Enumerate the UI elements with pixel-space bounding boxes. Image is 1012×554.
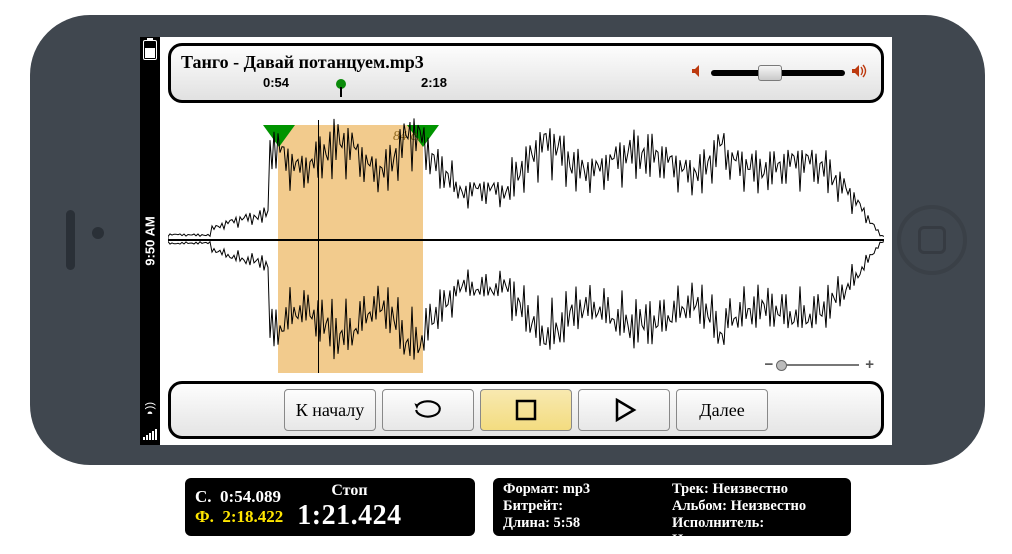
waveform-svg	[168, 105, 884, 373]
play-icon	[607, 395, 641, 425]
zoom-knob[interactable]	[776, 360, 787, 371]
track-value: Неизвестно	[712, 481, 788, 497]
stop-icon	[509, 395, 543, 425]
state-label: Стоп	[297, 482, 401, 500]
waveform-area[interactable]: 84 с.	[168, 105, 884, 373]
artist-value: Неизвестно	[672, 532, 748, 548]
volume-knob[interactable]	[758, 65, 782, 81]
phone-frame: 9:50 AM ◗)) Танго - Давай потанцуем.mp3 …	[30, 15, 985, 465]
play-button[interactable]	[578, 389, 670, 431]
home-button[interactable]	[897, 205, 967, 275]
vibrate-icon: ◗))	[144, 402, 156, 416]
info-bars: С. 0:54.089 Ф. 2:18.422 Стоп 1:21.424 Фо…	[185, 478, 851, 536]
volume-slider[interactable]	[711, 64, 845, 82]
selection-end-label: 2:18	[421, 75, 447, 90]
format-label: Формат:	[503, 481, 559, 497]
zoom-out-icon[interactable]: −	[764, 356, 773, 373]
c-prefix: С.	[195, 487, 212, 506]
header-panel: Танго - Давай потанцуем.mp3 0:54 2:18	[168, 43, 884, 103]
artist-label: Исполнитель:	[672, 515, 764, 531]
next-button[interactable]: Далее	[676, 389, 768, 431]
playhead-line[interactable]	[318, 120, 319, 373]
volume-low-icon	[691, 64, 705, 83]
playhead-stem	[340, 87, 342, 97]
format-value: mp3	[563, 481, 590, 497]
elapsed-time: 1:21.424	[297, 500, 401, 532]
battery-icon	[143, 40, 157, 60]
stop-button[interactable]	[480, 389, 572, 431]
phone-speaker	[66, 210, 75, 270]
zoom-in-icon[interactable]: +	[865, 356, 874, 373]
c-time: 0:54.089	[220, 487, 281, 506]
volume-high-icon	[851, 64, 867, 83]
file-title: Танго - Давай потанцуем.mp3	[181, 52, 681, 73]
bitrate-label: Битрейт:	[503, 498, 563, 514]
time-info-panel: С. 0:54.089 Ф. 2:18.422 Стоп 1:21.424	[185, 478, 475, 536]
screen: 9:50 AM ◗)) Танго - Давай потанцуем.mp3 …	[140, 37, 892, 445]
status-bar: 9:50 AM ◗))	[140, 37, 160, 445]
signal-icon	[143, 429, 157, 440]
selection-start-label: 0:54	[263, 75, 289, 90]
f-prefix: Ф.	[195, 507, 214, 526]
to-start-button[interactable]: К началу	[284, 389, 376, 431]
track-label: Трек:	[672, 481, 709, 497]
length-value: 5:58	[554, 515, 581, 531]
volume-control[interactable]	[691, 64, 881, 83]
zoom-slider[interactable]	[779, 364, 859, 366]
loop-button[interactable]	[382, 389, 474, 431]
album-value: Неизвестно	[731, 498, 807, 514]
zoom-control[interactable]: − +	[764, 356, 874, 373]
f-time: 2:18.422	[222, 507, 283, 526]
album-label: Альбом:	[672, 498, 727, 514]
app-area: Танго - Давай потанцуем.mp3 0:54 2:18	[160, 37, 892, 445]
length-label: Длина:	[503, 515, 550, 531]
meta-info-panel: Формат: mp3 Битрейт: Длина: 5:58 Трек: Н…	[493, 478, 851, 536]
loop-icon	[411, 395, 445, 425]
phone-sensor	[92, 227, 104, 239]
clock-label: 9:50 AM	[143, 216, 158, 265]
controls-panel: К началу Далее	[168, 381, 884, 439]
